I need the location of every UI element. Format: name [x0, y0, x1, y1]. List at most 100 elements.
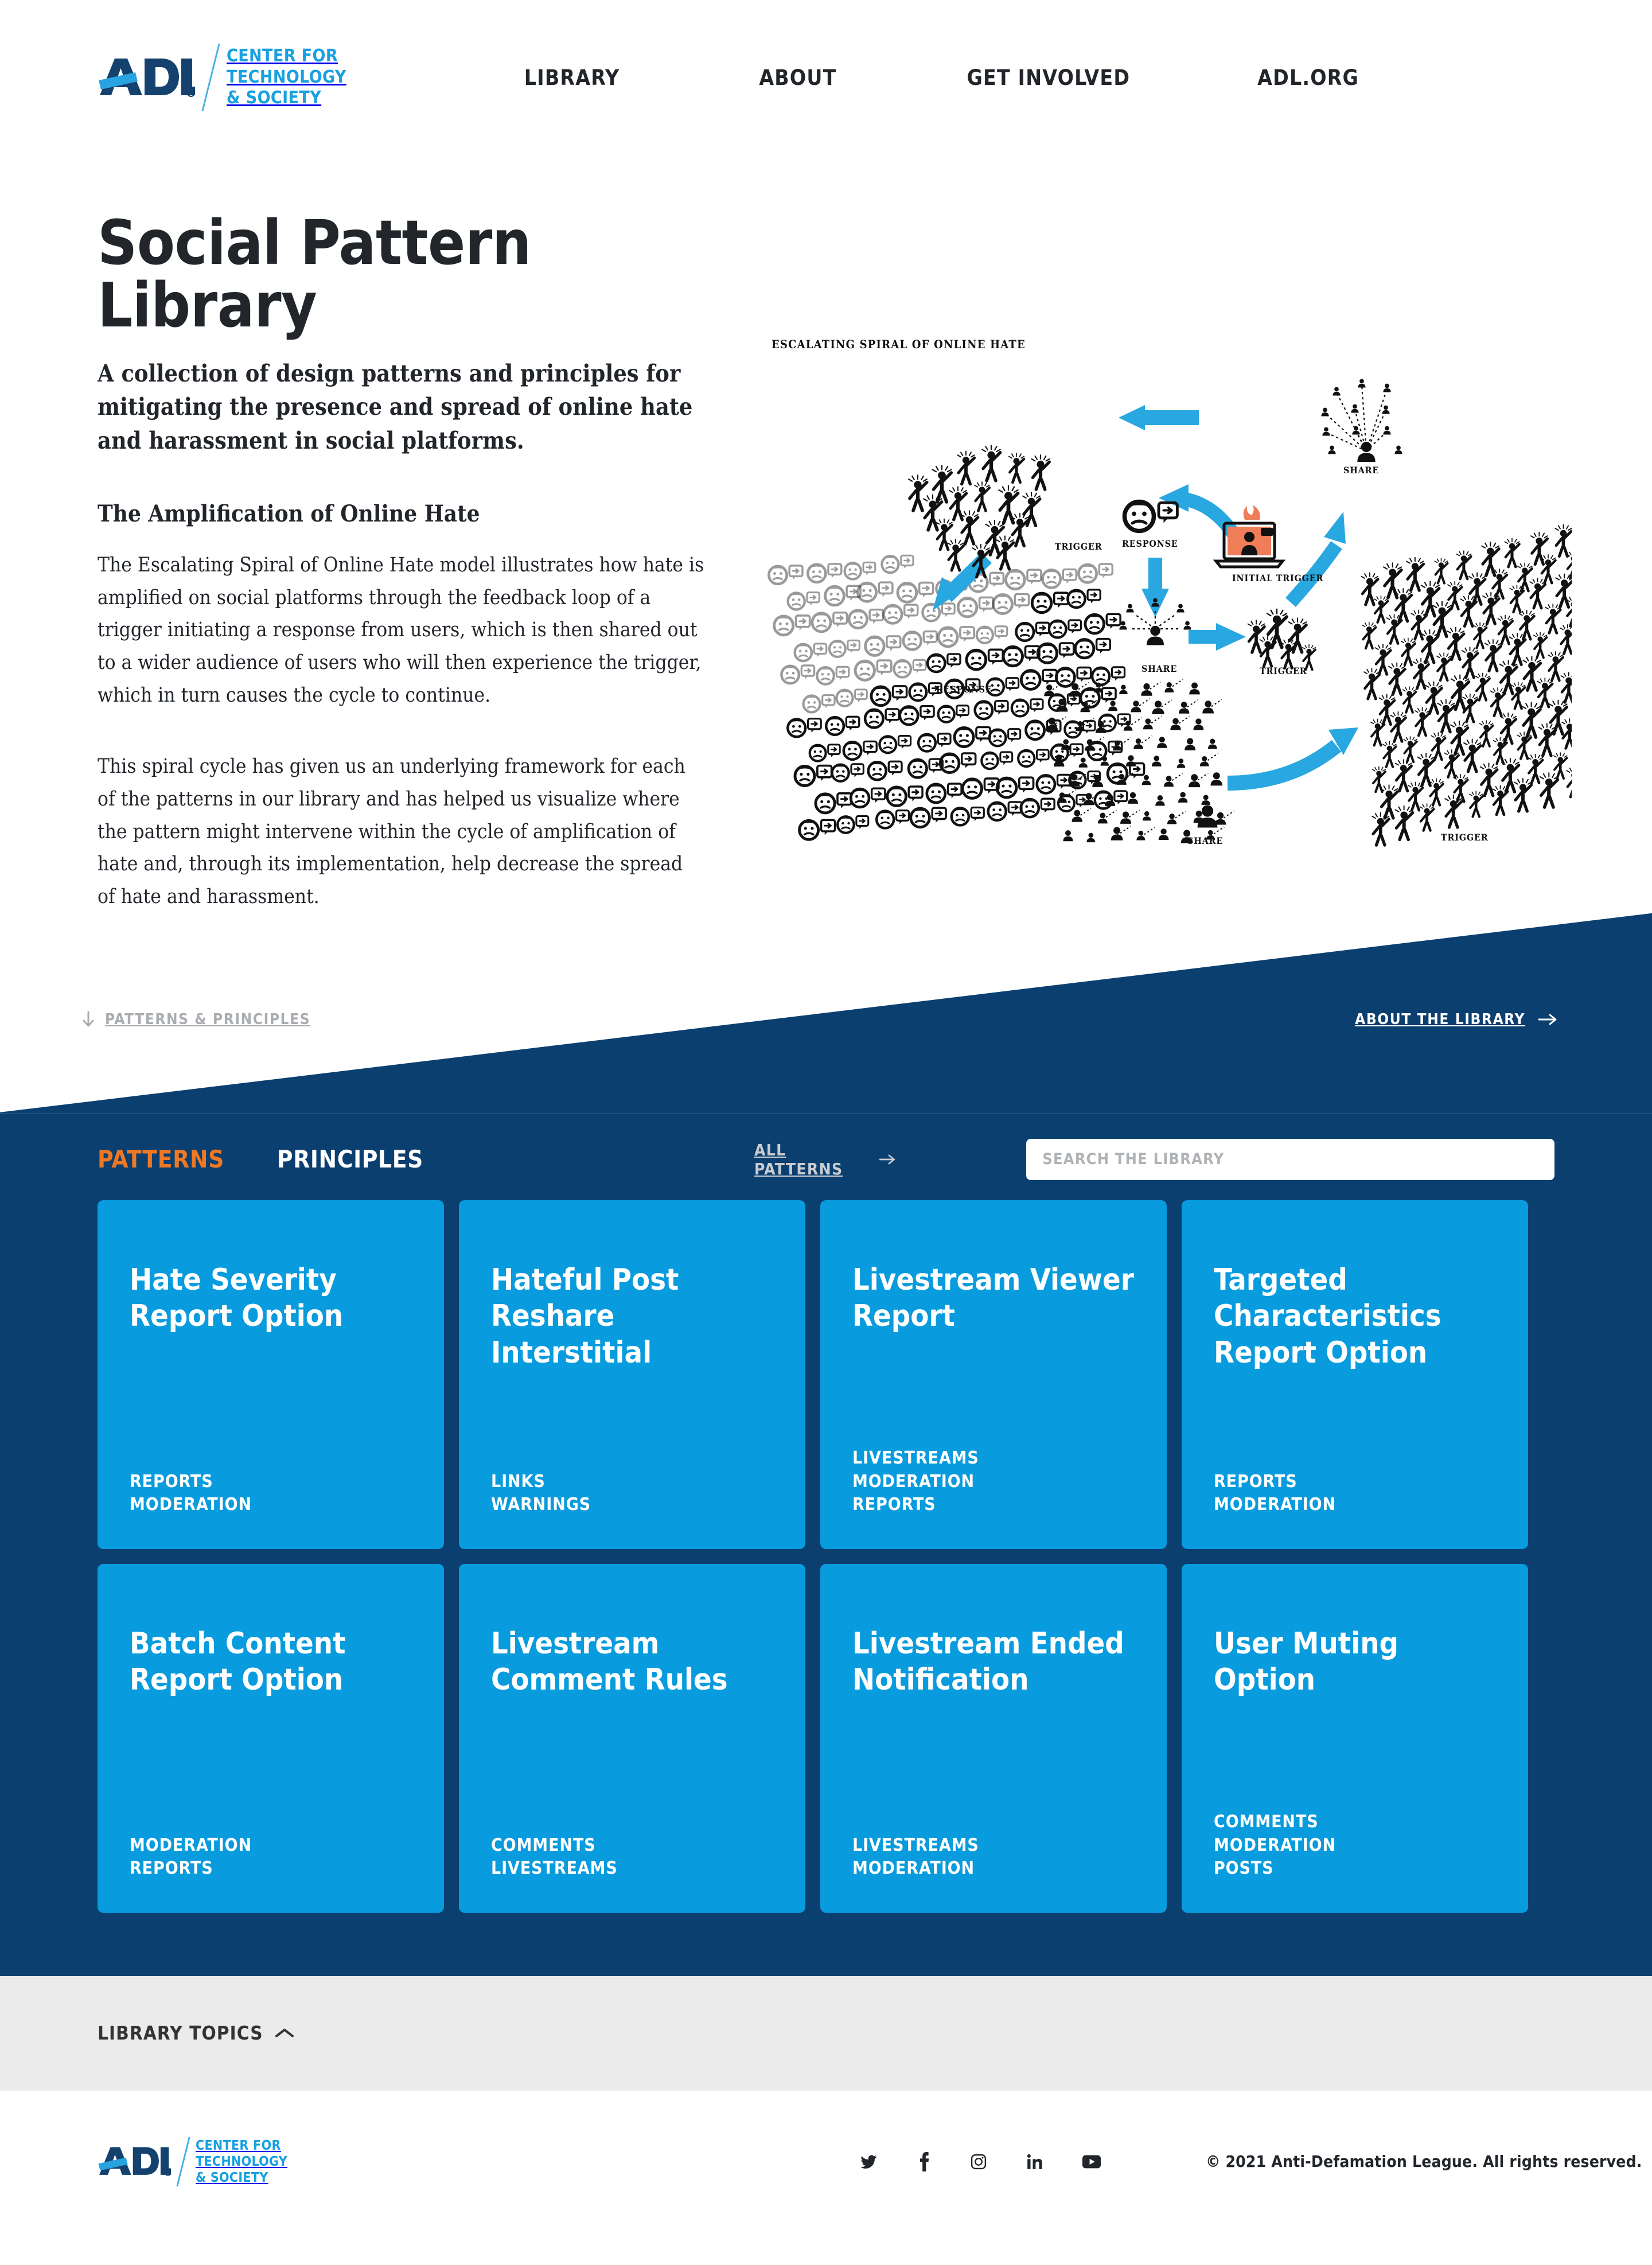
- logo-divider-slash: [176, 2136, 190, 2186]
- pattern-library-section: PATTERNS PRINCIPLES ALL PATTERNS Hate Se…: [0, 1114, 1652, 1976]
- twitter-icon[interactable]: [859, 2153, 878, 2170]
- pattern-card[interactable]: User Muting Option COMMENTS MODERATION P…: [1182, 1563, 1528, 1913]
- hero-subtitle: A collection of design patterns and prin…: [98, 360, 693, 454]
- pattern-card[interactable]: Livestream Viewer Report LIVESTREAMS MOD…: [820, 1200, 1167, 1549]
- copyright-text: © 2021 Anti-Defamation League. All right…: [1206, 2152, 1642, 2171]
- pattern-card-title: Hate Severity Report Option: [130, 1262, 344, 1334]
- pattern-tag: REPORTS: [130, 1471, 213, 1492]
- search-the-library-box[interactable]: [1026, 1138, 1554, 1180]
- main-nav: LIBRARY ABOUT GET INVOLVED ADL.ORG: [524, 65, 1359, 90]
- pattern-card-title: Hateful Post Reshare Interstitial: [491, 1262, 679, 1370]
- pattern-card[interactable]: Targeted Characteristics Report Option R…: [1182, 1200, 1528, 1549]
- hero-text-column: Social Pattern Library A collection of d…: [98, 155, 746, 913]
- nav-item-get-involved[interactable]: GET INVOLVED: [967, 65, 1131, 90]
- pattern-tag: REPORTS: [130, 1858, 213, 1879]
- pattern-tag: MODERATION: [130, 1835, 252, 1855]
- pattern-tag: COMMENTS: [491, 1835, 596, 1855]
- pattern-tag: MODERATION: [1214, 1495, 1336, 1515]
- arrow-right-icon: [1538, 1014, 1557, 1025]
- instagram-icon[interactable]: [970, 2153, 987, 2170]
- facebook-icon[interactable]: [918, 2151, 930, 2171]
- center-line-2: TECHNOLOGY: [196, 2154, 288, 2169]
- pattern-card-title: Batch Content Report Option: [130, 1626, 346, 1698]
- adl-logo-icon: [98, 2147, 171, 2177]
- nav-item-library[interactable]: LIBRARY: [524, 65, 620, 90]
- pattern-tag: WARNINGS: [491, 1495, 591, 1515]
- search-input[interactable]: [1042, 1150, 1538, 1169]
- linkedin-icon[interactable]: [1027, 2153, 1043, 2170]
- tab-patterns[interactable]: PATTERNS: [98, 1145, 224, 1173]
- center-line-1: CENTER FOR: [227, 46, 338, 67]
- pattern-card[interactable]: Hateful Post Reshare Interstitial LINKS …: [459, 1200, 805, 1549]
- footer-adl-logo-link[interactable]: CENTER FOR TECHNOLOGY & SOCIETY: [98, 2136, 287, 2186]
- hero-section: Social Pattern Library A collection of d…: [0, 155, 1652, 913]
- diagram-label-share-3: SHARE: [1187, 835, 1224, 846]
- pattern-tag: LINKS: [491, 1471, 546, 1492]
- adl-logo-icon: R: [99, 59, 195, 97]
- arrow-down-icon: [83, 1011, 94, 1027]
- escalating-spiral-diagram: ESCALATING SPIRAL OF ONLINE HATE INITIAL…: [757, 337, 1572, 884]
- hero-paragraph-1: The Escalating Spiral of Online Hate mod…: [98, 553, 704, 707]
- library-topics-label: LIBRARY TOPICS: [98, 2022, 263, 2045]
- pattern-tag: LIVESTREAMS: [491, 1858, 618, 1879]
- site-footer: CENTER FOR TECHNOLOGY & SOCIETY © 2021 A…: [0, 2090, 1652, 2233]
- response-face-icon: [1125, 501, 1154, 531]
- diagram-title: ESCALATING SPIRAL OF ONLINE HATE: [772, 337, 1026, 351]
- pattern-card[interactable]: Livestream Comment Rules COMMENTS LIVEST…: [459, 1563, 805, 1913]
- pattern-tag: MODERATION: [852, 1471, 975, 1492]
- library-topics-toggle[interactable]: LIBRARY TOPICS: [98, 2022, 294, 2044]
- diagram-label-trigger-3: TRIGGER: [1441, 832, 1489, 843]
- pattern-tag: MODERATION: [130, 1495, 252, 1515]
- pattern-tag: MODERATION: [1214, 1835, 1336, 1855]
- patterns-and-principles-anchor[interactable]: PATTERNS & PRINCIPLES: [82, 1011, 310, 1028]
- section-heading-amplification: The Amplification of Online Hate: [98, 500, 480, 527]
- pattern-tag: LIVESTREAMS: [852, 1448, 979, 1469]
- pattern-card[interactable]: Livestream Ended Notification LIVESTREAM…: [820, 1563, 1167, 1913]
- diagonal-transition-band: PATTERNS & PRINCIPLES ABOUT THE LIBRARY: [0, 913, 1652, 1114]
- hero-illustration-column: ESCALATING SPIRAL OF ONLINE HATE INITIAL…: [746, 155, 1652, 913]
- diagram-label-share-2: SHARE: [1343, 465, 1380, 476]
- diagram-label-initial-trigger: INITIAL TRIGGER: [1232, 573, 1324, 583]
- hero-paragraph-2: This spiral cycle has given us an underl…: [98, 755, 685, 909]
- arrow-right-icon: [879, 1154, 895, 1165]
- pattern-card-tags: MODERATION REPORTS: [130, 1834, 412, 1881]
- pattern-cards-grid: Hate Severity Report Option REPORTS MODE…: [0, 1189, 1652, 1913]
- diagram-label-response-1: RESPONSE: [1122, 538, 1178, 549]
- diagram-label-response-2: RESPONSE: [936, 684, 992, 695]
- nav-item-about[interactable]: ABOUT: [759, 65, 836, 90]
- footer-center-lockup: CENTER FOR TECHNOLOGY & SOCIETY: [196, 2138, 287, 2186]
- all-patterns-link[interactable]: ALL PATTERNS: [754, 1141, 895, 1178]
- pattern-tag: MODERATION: [852, 1858, 975, 1879]
- center-line-2: TECHNOLOGY: [227, 67, 346, 87]
- pattern-card-title: Livestream Ended Notification: [852, 1626, 1124, 1698]
- pattern-card[interactable]: Hate Severity Report Option REPORTS MODE…: [98, 1200, 444, 1549]
- site-header: R CENTER FOR TECHNOLOGY & SOCIETY LIBRAR…: [0, 0, 1652, 155]
- pattern-tag: COMMENTS: [1214, 1812, 1319, 1832]
- logo-divider-slash: [201, 44, 220, 111]
- tab-principles[interactable]: PRINCIPLES: [277, 1145, 423, 1173]
- patterns-principles-label: PATTERNS & PRINCIPLES: [105, 1010, 311, 1028]
- response-bubble-icon: [1159, 503, 1177, 523]
- pattern-card-title: User Muting Option: [1214, 1626, 1399, 1698]
- svg-text:R: R: [189, 91, 193, 96]
- pattern-card-tags: COMMENTS LIVESTREAMS: [491, 1834, 773, 1881]
- center-line-1: CENTER FOR: [196, 2138, 281, 2153]
- pattern-card[interactable]: Batch Content Report Option MODERATION R…: [98, 1563, 444, 1913]
- adl-logo-link[interactable]: R CENTER FOR TECHNOLOGY & SOCIETY: [98, 44, 346, 111]
- pattern-tag: REPORTS: [852, 1495, 936, 1515]
- center-lockup: CENTER FOR TECHNOLOGY & SOCIETY: [227, 46, 346, 109]
- page-title: Social Pattern Library: [98, 208, 531, 342]
- pattern-card-tags: LINKS WARNINGS: [491, 1470, 773, 1517]
- pattern-card-tags: LIVESTREAMS MODERATION REPORTS: [852, 1447, 1135, 1517]
- pattern-card-tags: COMMENTS MODERATION POSTS: [1214, 1811, 1496, 1881]
- pattern-card-title: Livestream Comment Rules: [491, 1626, 728, 1698]
- pattern-card-tags: REPORTS MODERATION: [130, 1470, 412, 1517]
- diagram-label-trigger-2: TRIGGER: [1055, 541, 1102, 552]
- diagram-label-trigger-1: TRIGGER: [1260, 666, 1307, 676]
- youtube-icon[interactable]: [1082, 2155, 1101, 2169]
- about-the-library-link[interactable]: ABOUT THE LIBRARY: [1355, 1011, 1557, 1028]
- library-controls: PATTERNS PRINCIPLES ALL PATTERNS: [0, 1114, 1652, 1189]
- spiral-diagram-svg: [757, 379, 1572, 884]
- nav-item-adl-org[interactable]: ADL.ORG: [1257, 65, 1359, 90]
- chevron-up-icon: [275, 2028, 294, 2037]
